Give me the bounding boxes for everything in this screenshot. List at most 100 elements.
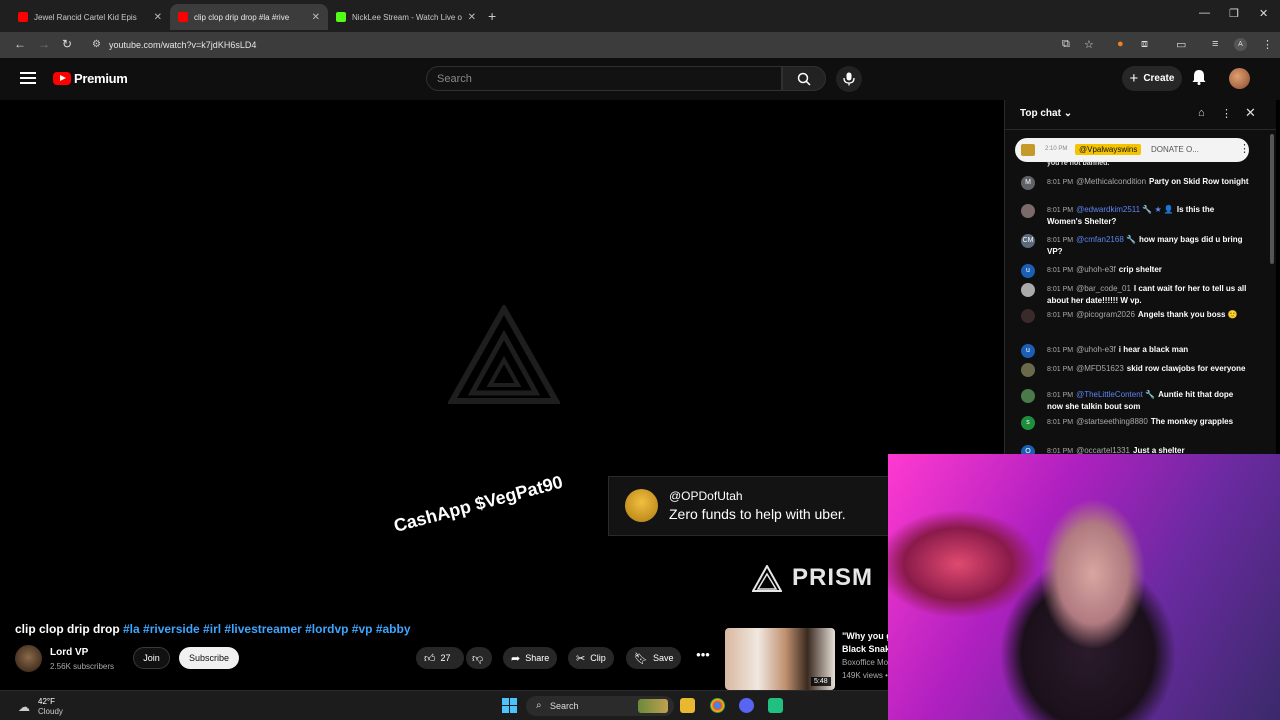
pinned-more-icon[interactable]: ⋮ [1239, 142, 1250, 155]
site-info-icon[interactable]: ⚙ [92, 39, 101, 50]
chat-message[interactable]: 8:01 PM @bar_code_01 I cant wait for her t… [1021, 283, 1251, 306]
chat-avatar[interactable]: M [1021, 176, 1035, 190]
file-explorer-icon[interactable] [680, 698, 695, 713]
chat-avatar[interactable] [1021, 389, 1035, 403]
chat-message[interactable]: u 8:01 PM @uhoh-e3f crip shelter [1021, 264, 1251, 278]
chat-username[interactable]: @MFD51623 [1076, 364, 1124, 373]
media-icon[interactable]: ≡ [1212, 38, 1218, 50]
search-button[interactable] [782, 66, 826, 91]
search-box[interactable] [426, 66, 782, 91]
voice-search-button[interactable] [836, 66, 862, 92]
title-hashtags[interactable]: #la #riverside #irl #livestreamer #lordv… [123, 622, 411, 636]
subscribe-button[interactable]: Subscribe [179, 647, 239, 669]
recommended-title[interactable]: "Why you g Black Snak [842, 630, 888, 656]
chrome-icon[interactable] [710, 698, 725, 713]
search-input[interactable] [427, 67, 781, 90]
chat-message-body: 8:01 PM @Methicalcondition Party on Skid R… [1047, 176, 1251, 188]
profile-icon[interactable]: A [1234, 38, 1247, 51]
dislike-button[interactable]: 👎︎ [466, 647, 492, 669]
share-button[interactable]: ➦ Share [503, 647, 558, 669]
share-label: Share [525, 653, 550, 663]
forward-icon[interactable]: → [38, 37, 50, 51]
chat-username[interactable]: @edwardkim2511 🔧 ★ 👤 [1076, 205, 1174, 214]
shop-icon[interactable]: ⌂ [1198, 107, 1205, 119]
like-button[interactable]: 👍︎ 27 [416, 647, 464, 669]
restore-icon[interactable]: ❐ [1229, 7, 1239, 20]
taskbar-search-label: Search [550, 701, 579, 711]
browser-tab-3[interactable]: NickLee Stream - Watch Live o ✕ [328, 4, 484, 30]
chat-avatar[interactable] [1021, 309, 1035, 323]
chat-username[interactable]: @startseething8880 [1076, 417, 1148, 426]
chat-username[interactable]: @TheLittleContent 🔧 [1076, 390, 1155, 399]
bookmark-star-icon[interactable]: ☆ [1084, 38, 1094, 51]
address-bar[interactable]: ⚙ youtube.com/watch?v=k7jdKH6sLD4 [84, 34, 1104, 56]
chat-username[interactable]: @cmfan2168 🔧 [1076, 235, 1136, 244]
create-button[interactable]: + Create [1122, 66, 1182, 91]
youtube-logo[interactable]: Premium [53, 71, 128, 86]
chat-message[interactable]: O 8:01 PM @occartel1331 Just a shelter [1021, 445, 1251, 454]
chat-username[interactable]: @picogram2026 [1076, 310, 1135, 319]
account-avatar[interactable] [1229, 68, 1250, 89]
close-tab-icon[interactable]: ✕ [468, 12, 476, 23]
save-button[interactable]: 🔖︎ Save [626, 647, 682, 669]
title-text: clip clop drip drop [15, 622, 123, 636]
chat-more-icon[interactable]: ⋮ [1221, 107, 1232, 120]
chat-avatar[interactable]: O [1021, 445, 1035, 454]
chat-username[interactable]: @uhoh-e3f [1076, 265, 1116, 274]
chat-time: 8:01 PM [1047, 207, 1074, 214]
notifications-bell-icon[interactable] [1192, 69, 1206, 85]
hamburger-menu-icon[interactable] [20, 72, 36, 87]
chat-username[interactable]: @Methicalcondition [1076, 177, 1146, 186]
chat-scrollbar[interactable] [1270, 134, 1274, 264]
chat-message[interactable]: M 8:01 PM @Methicalcondition Party on Skid … [1021, 176, 1251, 190]
chat-username[interactable]: @bar_code_01 [1076, 284, 1131, 293]
chat-message[interactable]: s 8:01 PM @startseething8880 The monkey gra… [1021, 416, 1251, 430]
browser-tab-1[interactable]: Jewel Rancid Cartel Kid Epis ✕ [10, 4, 170, 30]
chat-avatar[interactable] [1021, 204, 1035, 218]
discord-icon[interactable] [739, 698, 754, 713]
extensions-puzzle-icon[interactable]: ⧈ [1141, 38, 1148, 51]
chat-avatar[interactable] [1021, 283, 1035, 297]
chat-username[interactable]: @uhoh-e3f [1076, 345, 1116, 354]
channel-name[interactable]: Lord VP [50, 647, 88, 658]
youtube-favicon-icon [18, 12, 28, 22]
chat-message[interactable]: u 8:01 PM @uhoh-e3f i hear a black man [1021, 344, 1251, 358]
chat-message[interactable]: 8:01 PM @picogram2026 Angels thank you bos… [1021, 309, 1251, 323]
close-chat-icon[interactable]: ✕ [1245, 105, 1256, 121]
pinned-message[interactable]: 2:10 PM @Vpalwayswins DONATE O... ⋮ [1015, 138, 1250, 162]
menu-icon[interactable]: ⋮ [1262, 38, 1273, 51]
new-tab-icon[interactable]: + [488, 8, 496, 24]
back-icon[interactable]: ← [14, 37, 26, 51]
chat-avatar[interactable]: u [1021, 344, 1035, 358]
chat-avatar[interactable]: s [1021, 416, 1035, 430]
chat-message-body: 8:01 PM @TheLittleContent 🔧 Auntie hit tha… [1047, 389, 1251, 412]
chat-message[interactable]: 8:01 PM @TheLittleContent 🔧 Auntie hit tha… [1021, 389, 1251, 412]
chat-message[interactable]: CM 8:01 PM @cmfan2168 🔧 how many bags did u… [1021, 234, 1251, 257]
chat-username[interactable]: @occartel1331 [1076, 446, 1130, 454]
kick-favicon-icon [336, 12, 346, 22]
clip-button[interactable]: ✂ Clip [568, 647, 614, 669]
browser-tab-2[interactable]: clip clop drip drop #la #rive ✕ [170, 4, 328, 30]
minimize-icon[interactable]: — [1199, 7, 1210, 19]
sidebar-icon[interactable]: ▭ [1176, 38, 1186, 51]
more-actions-icon[interactable]: ••• [693, 647, 713, 669]
close-tab-icon[interactable]: ✕ [154, 12, 162, 23]
chat-message[interactable]: 8:01 PM @edwardkim2511 🔧 ★ 👤 Is this the W… [1021, 204, 1251, 227]
install-app-icon[interactable]: ⧉ [1062, 38, 1070, 51]
close-tab-icon[interactable]: ✕ [312, 12, 320, 23]
reload-icon[interactable]: ↻ [62, 37, 72, 51]
chat-mode-dropdown[interactable]: Top chat ⌄ [1020, 108, 1072, 119]
extension-icon[interactable]: ● [1117, 38, 1124, 50]
app-icon[interactable] [768, 698, 783, 713]
browser-toolbar: ← → ↻ ⚙ youtube.com/watch?v=k7jdKH6sLD4 … [0, 32, 1280, 58]
chat-message[interactable]: 8:01 PM @MFD51623 skid row clawjobs for ev… [1021, 363, 1251, 377]
close-window-icon[interactable]: ✕ [1259, 7, 1268, 20]
join-button[interactable]: Join [133, 647, 170, 669]
chat-avatar[interactable]: CM [1021, 234, 1035, 248]
chat-message-body: 8:01 PM @uhoh-e3f crip shelter [1047, 264, 1251, 276]
chat-avatar[interactable]: u [1021, 264, 1035, 278]
chat-avatar[interactable] [1021, 363, 1035, 377]
taskbar-search[interactable]: ⌕ Search [526, 696, 674, 716]
channel-avatar[interactable] [15, 645, 42, 672]
windows-start-icon[interactable] [502, 698, 517, 713]
